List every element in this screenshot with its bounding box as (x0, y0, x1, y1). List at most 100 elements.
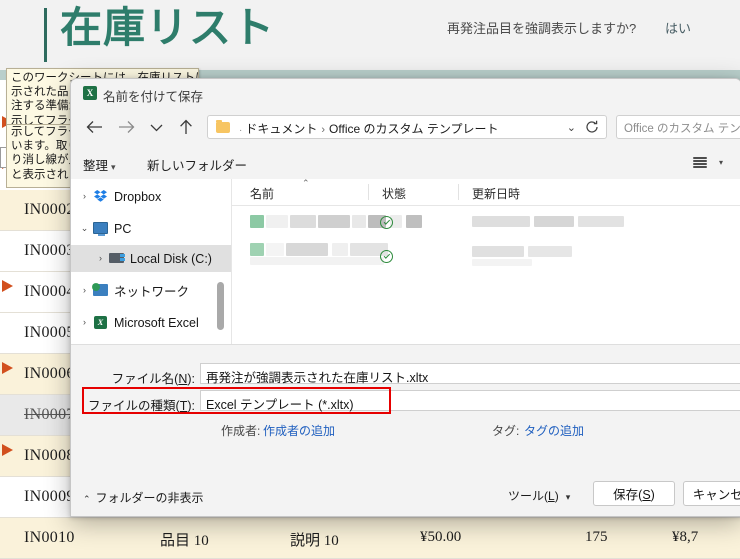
file-list: ⌃ 名前 状態 更新日時 (232, 179, 740, 344)
row-item-id: IN0005 (24, 324, 75, 341)
dialog-footer: ⌃ フォルダーの非表示 ツール(L) ▾ 保存(S) キャンセル (71, 441, 740, 516)
row-item-id: IN0007 (24, 406, 75, 423)
comment-line: り消し線が入ります。商品名の横に「取 (11, 154, 83, 167)
chevron-up-icon: ⌃ (83, 494, 91, 504)
row-item-name: 品目 10 (160, 533, 209, 549)
file-type-value: Excel テンプレート (*.xltx) (206, 398, 354, 412)
search-placeholder: Office のカスタム テンプレートの... (624, 123, 740, 135)
back-button[interactable] (83, 116, 105, 138)
row-item-id: IN0010 (24, 529, 75, 546)
organize-button[interactable]: 整理 ▾ (83, 155, 116, 174)
file-name-redacted (406, 215, 422, 228)
reorder-flag-icon (2, 280, 13, 292)
row-item-id: IN0006 (24, 365, 75, 382)
file-list-item[interactable] (232, 211, 740, 238)
reorder-flag-icon (2, 444, 13, 456)
save-accel: S (642, 488, 651, 502)
sidebar-item-network[interactable]: › ネットワーク (71, 277, 231, 304)
cancel-button[interactable]: キャンセル (683, 481, 740, 506)
column-header-status[interactable]: 状態 (382, 185, 406, 202)
file-modified-redacted (472, 246, 524, 257)
add-tags-link[interactable]: タグの追加 (524, 422, 584, 439)
sidebar-item-dropbox[interactable]: › Dropbox (71, 183, 231, 210)
reorder-answer-value[interactable]: はい (665, 18, 691, 37)
sidebar-item-label: PC (114, 221, 132, 236)
chevron-right-icon[interactable]: › (77, 318, 92, 327)
new-folder-button[interactable]: 新しいフォルダー (147, 155, 247, 174)
table-row[interactable]: IN0010 品目 10 説明 10 ¥50.00 175 ¥8,7 (0, 518, 740, 559)
file-list-item[interactable] (232, 239, 740, 266)
tools-label: ツール(L) (508, 489, 559, 503)
reorder-question-label: 再発注品目を強調表示しますか? (447, 21, 637, 36)
chevron-down-icon[interactable]: ⌄ (77, 224, 92, 233)
pc-icon (92, 221, 109, 236)
search-input[interactable]: Office のカスタム テンプレートの... (616, 115, 740, 139)
sidebar-item-pc[interactable]: ⌄ PC (71, 215, 231, 242)
add-author-link[interactable]: 作成者の追加 (263, 422, 335, 439)
chevron-down-icon: ▾ (111, 162, 116, 172)
file-name-redacted (318, 215, 350, 228)
folder-icon (216, 120, 230, 133)
hide-folders-button[interactable]: ⌃ フォルダーの非表示 (83, 489, 204, 506)
file-type-accel: T (179, 399, 188, 413)
navigation-bar: · ドキュメント › Office のカスタム テンプレート ⌄ Office のカス… (71, 107, 740, 147)
cancel-button-label: キャンセル (692, 488, 740, 502)
dialog-title: 名前を付けて保存 (103, 90, 204, 104)
file-name-redacted (250, 215, 264, 228)
comment-line: 示してフラグを設定する数式が含まれて (11, 126, 83, 138)
row-item-price: ¥50.00 (420, 529, 462, 545)
sidebar-item-label: ネットワーク (114, 285, 190, 299)
status-check-circle-icon (380, 216, 393, 229)
sidebar-item-label: Local Disk (C:) (130, 251, 212, 266)
column-header-modified[interactable]: 更新日時 (472, 185, 520, 202)
dropbox-icon (92, 189, 109, 204)
excel-icon-glyph: X (97, 317, 104, 328)
row-item-desc: 説明 10 (290, 533, 339, 549)
sort-ascending-icon: ⌃ (302, 179, 310, 188)
title-accent-rule (44, 8, 47, 62)
up-one-level-button[interactable] (175, 116, 197, 138)
recent-locations-button[interactable] (145, 116, 167, 138)
breadcrumb-item-documents[interactable]: ドキュメント (245, 122, 317, 136)
worksheet-title: 在庫リスト (60, 4, 276, 51)
save-form: ファイル名(N): 再発注が強調表示された在庫リスト.xltx ファイルの種類(… (71, 345, 740, 441)
chevron-right-icon[interactable]: › (93, 254, 108, 263)
breadcrumb-item-office-templates[interactable]: Office のカスタム テンプレート (329, 122, 498, 136)
chevron-right-icon[interactable]: › (77, 286, 92, 295)
save-button[interactable]: 保存(S) (593, 481, 675, 506)
file-modified-redacted (578, 216, 624, 227)
breadcrumb: · ドキュメント › Office のカスタム テンプレート (236, 120, 498, 137)
chevron-down-icon: ▾ (565, 492, 571, 502)
tree-scrollbar-thumb[interactable] (217, 282, 224, 330)
column-header-name[interactable]: 名前 (250, 185, 274, 202)
excel-icon: X (92, 315, 109, 330)
dialog-body: › Dropbox ⌄ PC › Local Disk (C:) › ネットワー… (71, 179, 740, 444)
forward-button[interactable] (115, 116, 137, 138)
sidebar-item-local-disk-c[interactable]: › Local Disk (C:) (71, 245, 231, 272)
file-name-label: ファイル名(N): (111, 372, 195, 386)
file-name-redacted (266, 243, 284, 256)
breadcrumb-dot: · (239, 125, 243, 136)
comment-line: います。取り扱いが中止された品目は取 (11, 140, 83, 153)
chevron-right-icon[interactable]: › (77, 192, 92, 201)
file-name-input[interactable]: 再発注が強調表示された在庫リスト.xltx (200, 363, 740, 385)
file-name-accel: N (178, 372, 188, 386)
address-dropdown-chevron-down-icon[interactable]: ⌄ (567, 121, 576, 135)
file-type-select[interactable]: Excel テンプレート (*.xltx) (200, 390, 740, 412)
file-name-redacted (290, 215, 316, 228)
file-name-redacted (332, 243, 348, 256)
network-icon (92, 283, 109, 298)
row-item-qty: 175 (585, 529, 608, 545)
file-name-redacted (250, 243, 264, 256)
sidebar-item-microsoft-excel[interactable]: › X Microsoft Excel (71, 309, 231, 336)
file-type-label: ファイルの種類(T): (88, 399, 195, 413)
view-list-icon[interactable] (693, 157, 707, 168)
organize-label: 整理 (83, 159, 109, 173)
refresh-icon[interactable] (585, 120, 599, 138)
disk-icon (108, 251, 125, 266)
address-bar[interactable]: · ドキュメント › Office のカスタム テンプレート ⌄ (207, 115, 607, 139)
tools-accel: L (548, 489, 555, 503)
tools-button[interactable]: ツール(L) ▾ (508, 487, 570, 504)
view-chevron-down-icon[interactable]: ▾ (719, 158, 723, 167)
row-item-id: IN0008 (24, 447, 75, 464)
